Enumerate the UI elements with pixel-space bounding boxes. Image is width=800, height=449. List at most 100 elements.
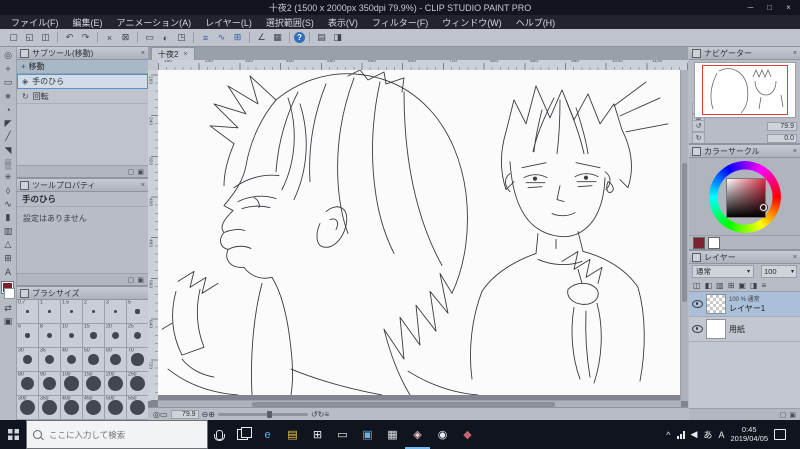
blend-tool-icon[interactable]: ∿ — [1, 198, 15, 212]
brush-tool-icon[interactable]: ◥ — [1, 144, 15, 158]
start-button[interactable] — [0, 420, 26, 449]
zoom-tool-icon[interactable]: ◎ — [1, 49, 15, 63]
layer-panel-header[interactable]: レイヤー × — [689, 251, 800, 264]
menu-item-0[interactable]: ファイル(F) — [4, 16, 66, 29]
menu-item-2[interactable]: アニメーション(A) — [110, 16, 199, 29]
text-tool-icon[interactable]: A — [1, 265, 15, 279]
brush-size-400[interactable]: 400 — [61, 396, 82, 419]
blend-mode-select[interactable]: 通常 ▾ — [692, 265, 754, 278]
pencil-tool-icon[interactable]: ╱ — [1, 130, 15, 144]
status-icon[interactable]: ↺ — [311, 410, 318, 419]
menu-item-5[interactable]: 表示(V) — [321, 16, 365, 29]
minimize-button[interactable]: ─ — [741, 0, 760, 15]
secondary-color-swatch[interactable] — [708, 236, 720, 249]
brush-size-8[interactable]: 8 — [39, 324, 60, 347]
task-view-button[interactable] — [230, 420, 255, 449]
layer-toolbar-icon[interactable]: ▣ — [738, 281, 746, 290]
status-icon[interactable]: ▭ — [160, 410, 168, 419]
panel-footer-icon[interactable]: ▣ — [137, 168, 144, 176]
saturation-value-square[interactable] — [725, 177, 766, 218]
brush-size-25[interactable]: 25 — [127, 324, 148, 347]
brush-size-450[interactable]: 450 — [83, 396, 104, 419]
brush-size-50[interactable]: 50 — [83, 348, 104, 371]
navigator-rotate-value[interactable]: 0.0 — [767, 133, 797, 143]
canvas-tab[interactable]: 十夜2 × — [151, 47, 195, 60]
layer-toolbar-icon[interactable]: ≡ — [762, 281, 767, 290]
undo-icon[interactable]: ↶ — [62, 31, 77, 44]
brush-size-60[interactable]: 60 — [105, 348, 126, 371]
sub-color-swatch[interactable] — [4, 287, 15, 299]
brush-size-250[interactable]: 250 — [127, 372, 148, 395]
airbrush-tool-icon[interactable]: ▒ — [1, 157, 15, 171]
fill-tool-icon[interactable]: ▮ — [1, 211, 15, 225]
panel-footer-icon[interactable]: ▢ — [128, 276, 135, 284]
maximize-button[interactable]: □ — [760, 0, 779, 15]
file-explorer-icon[interactable]: ▤ — [280, 420, 305, 449]
brush-size-200[interactable]: 200 — [105, 372, 126, 395]
layer-visibility-icon[interactable] — [692, 325, 703, 333]
snap-to-ruler-icon[interactable]: ≡ — [198, 31, 213, 44]
brush-size-30[interactable]: 30 — [17, 348, 38, 371]
brush-size-10[interactable]: 10 — [61, 324, 82, 347]
zoom-slider[interactable] — [217, 410, 308, 418]
navigator-rotate-button[interactable]: ↺ — [692, 120, 705, 132]
navigator-zoom-value[interactable]: 79.9 — [767, 121, 797, 131]
snap-to-special-ruler-icon[interactable]: ∿ — [214, 31, 229, 44]
panel-footer-icon[interactable]: ▢ — [128, 168, 135, 176]
language-indicator[interactable]: A — [718, 430, 724, 440]
brush-size-header[interactable]: ブラシサイズ — [17, 287, 148, 300]
panel-footer-icon[interactable]: ▣ — [789, 411, 796, 419]
eraser-tool-icon[interactable]: ◊ — [1, 184, 15, 198]
layer-toolbar-icon[interactable]: ▥ — [716, 281, 724, 290]
layer-row[interactable]: 100 % 通常 レイヤー1 — [689, 292, 800, 317]
panel-close-icon[interactable]: × — [793, 254, 797, 261]
vertical-scrollbar[interactable] — [680, 70, 688, 401]
layer-visibility-icon[interactable] — [692, 300, 703, 308]
layer-toolbar-icon[interactable]: ◧ — [705, 281, 713, 290]
taskbar-search-box[interactable] — [26, 420, 208, 449]
brush-size-15[interactable]: 15 — [83, 324, 104, 347]
layer-toolbar-icon[interactable]: ◫ — [693, 281, 701, 290]
network-icon[interactable] — [676, 430, 685, 439]
grid-icon[interactable]: ▦ — [270, 31, 285, 44]
panel-close-icon[interactable]: × — [141, 50, 145, 57]
gradient-tool-icon[interactable]: ▥ — [1, 225, 15, 239]
subtool-item[interactable]: ◈ 手のひら — [17, 74, 148, 89]
menu-item-7[interactable]: ウィンドウ(W) — [435, 16, 509, 29]
brush-size-80[interactable]: 80 — [17, 372, 38, 395]
tray-caret-icon[interactable]: ^ — [666, 430, 670, 440]
navigator-rotate-button[interactable]: ↻ — [692, 132, 705, 143]
subtool-panel-header[interactable]: サブツール(移動) × — [17, 47, 148, 60]
navigator-view-rect[interactable] — [701, 65, 788, 115]
status-icon[interactable]: ≡ — [324, 410, 329, 419]
menu-item-3[interactable]: レイヤー(L) — [198, 16, 259, 29]
navigator-thumbnail[interactable] — [693, 62, 796, 118]
brush-size-40[interactable]: 40 — [61, 348, 82, 371]
brush-size-350[interactable]: 350 — [39, 396, 60, 419]
clock[interactable]: 0:45 2019/04/05 — [730, 425, 768, 443]
frame-border-tool-icon[interactable]: ⊞ — [1, 252, 15, 266]
select-border-icon[interactable]: ◳ — [174, 31, 189, 44]
open-file-icon[interactable]: ◱ — [22, 31, 37, 44]
navigator-header[interactable]: ナビゲーター × — [689, 47, 800, 60]
layer-toolbar-icon[interactable]: ⊞ — [728, 281, 735, 290]
zoom-slider-handle[interactable] — [267, 410, 273, 418]
help-icon[interactable]: ? — [294, 32, 305, 43]
brush-size-150[interactable]: 150 — [83, 372, 104, 395]
menu-item-4[interactable]: 選択範囲(S) — [259, 16, 321, 29]
status-icon[interactable]: ◎ — [153, 410, 160, 419]
panel-footer-icon[interactable]: ▣ — [137, 276, 144, 284]
subtool-group-row[interactable]: + 移動 — [17, 60, 148, 74]
panel-close-icon[interactable]: × — [141, 182, 145, 189]
panel-footer-icon[interactable]: ▢ — [780, 411, 787, 419]
tab-close-icon[interactable]: × — [183, 51, 187, 58]
brush-size-3[interactable]: 3 — [105, 300, 126, 323]
vertical-scrollbar-thumb[interactable] — [682, 162, 687, 302]
deselect-icon[interactable]: ▭ — [142, 31, 157, 44]
invert-selection-icon[interactable]: ◐ — [158, 31, 173, 44]
paint-app-icon[interactable]: ◆ — [455, 420, 480, 449]
menu-item-6[interactable]: フィルター(F) — [365, 16, 435, 29]
calculator-icon[interactable]: ▦ — [380, 420, 405, 449]
brush-size-500[interactable]: 500 — [105, 396, 126, 419]
decoration-tool-icon[interactable]: ✳ — [1, 171, 15, 185]
